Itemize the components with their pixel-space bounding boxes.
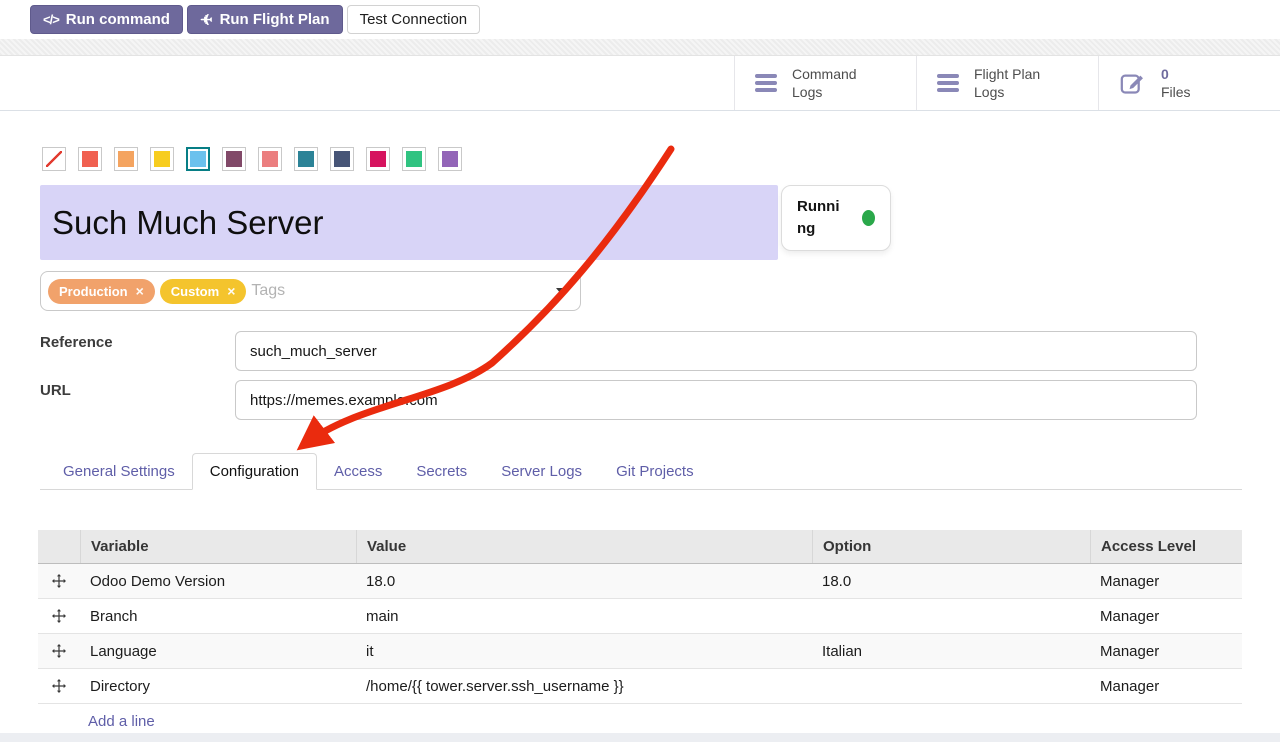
tag-production[interactable]: Production × — [48, 279, 155, 304]
remove-tag-icon[interactable]: × — [136, 284, 144, 298]
color-swatch-yellow[interactable] — [150, 147, 174, 171]
cell-value[interactable]: 18.0 — [356, 564, 812, 598]
server-name-input[interactable]: Such Much Server — [40, 185, 778, 260]
cell-variable[interactable]: Branch — [80, 599, 356, 633]
table-row[interactable]: Odoo Demo Version 18.0 18.0 Manager — [38, 564, 1242, 599]
table-header-row: Variable Value Option Access Level — [38, 530, 1242, 564]
color-swatch-teal[interactable] — [294, 147, 318, 171]
command-logs-button[interactable]: Command Logs — [734, 56, 916, 110]
reference-label: Reference — [40, 334, 113, 351]
run-flight-plan-button[interactable]: ✈ Run Flight Plan — [187, 5, 343, 34]
drag-handle-icon[interactable] — [38, 599, 80, 633]
status-label: Running — [797, 196, 844, 240]
stat-button-bar: Command Logs Flight Plan Logs — [0, 56, 1280, 111]
color-swatch-raspberry[interactable] — [366, 147, 390, 171]
flight-plan-logs-line1: Flight Plan — [974, 66, 1040, 82]
cell-variable[interactable]: Language — [80, 634, 356, 668]
no-color-icon — [46, 151, 62, 167]
list-icon — [937, 74, 959, 92]
column-header-variable: Variable — [80, 530, 356, 563]
command-logs-line2: Logs — [792, 84, 822, 100]
drag-handle-icon[interactable] — [38, 669, 80, 703]
color-swatch-salmon[interactable] — [258, 147, 282, 171]
table-row[interactable]: Directory /home/{{ tower.server.ssh_user… — [38, 669, 1242, 704]
run-command-label: Run command — [66, 11, 170, 28]
cell-value[interactable]: it — [356, 634, 812, 668]
run-flight-plan-label: Run Flight Plan — [220, 11, 330, 28]
separator-strip — [0, 39, 1280, 56]
notebook-tabs: General Settings Configuration Access Se… — [40, 453, 1242, 490]
cell-option[interactable] — [812, 599, 1090, 633]
handle-column-header — [38, 530, 80, 563]
column-header-access-level: Access Level — [1090, 530, 1242, 563]
remove-tag-icon[interactable]: × — [227, 284, 235, 298]
color-swatch-red[interactable] — [78, 147, 102, 171]
color-palette — [42, 147, 462, 171]
reference-input[interactable]: such_much_server — [235, 331, 1197, 371]
tab-server-logs[interactable]: Server Logs — [484, 454, 599, 489]
color-swatch-dark-blue[interactable] — [330, 147, 354, 171]
table-row[interactable]: Branch main Manager — [38, 599, 1242, 634]
color-swatch-violet[interactable] — [438, 147, 462, 171]
command-logs-line1: Command — [792, 66, 857, 82]
chevron-down-icon[interactable] — [556, 288, 566, 294]
tag-custom[interactable]: Custom × — [160, 279, 247, 304]
table-row[interactable]: Language it Italian Manager — [38, 634, 1242, 669]
drag-handle-icon[interactable] — [38, 634, 80, 668]
color-swatch-none[interactable] — [42, 147, 66, 171]
test-connection-button[interactable]: Test Connection — [347, 5, 481, 34]
flight-plan-logs-line2: Logs — [974, 84, 1004, 100]
server-form-page: </> Run command ✈ Run Flight Plan Test C… — [0, 0, 1280, 742]
column-header-option: Option — [812, 530, 1090, 563]
cell-variable[interactable]: Directory — [80, 669, 356, 703]
tab-secrets[interactable]: Secrets — [399, 454, 484, 489]
test-connection-label: Test Connection — [360, 11, 468, 28]
tab-general-settings[interactable]: General Settings — [46, 454, 192, 489]
files-button[interactable]: 0 Files — [1098, 56, 1280, 110]
add-a-line-link[interactable]: Add a line — [88, 713, 155, 730]
cell-option[interactable] — [812, 669, 1090, 703]
cell-access-level[interactable]: Manager — [1090, 599, 1242, 633]
status-badge[interactable]: Running — [781, 185, 891, 251]
color-swatch-orange[interactable] — [114, 147, 138, 171]
list-icon — [755, 74, 777, 92]
flight-plan-logs-button[interactable]: Flight Plan Logs — [916, 56, 1098, 110]
url-label: URL — [40, 382, 71, 399]
files-count: 0 — [1161, 66, 1169, 82]
cell-access-level[interactable]: Manager — [1090, 564, 1242, 598]
url-input[interactable]: https://memes.example.com — [235, 380, 1197, 420]
tab-configuration[interactable]: Configuration — [192, 453, 317, 490]
color-swatch-light-blue-selected[interactable] — [186, 147, 210, 171]
running-status-dot — [862, 210, 875, 226]
column-header-value: Value — [356, 530, 812, 563]
drag-handle-icon[interactable] — [38, 564, 80, 598]
tags-input[interactable]: Production × Custom × Tags — [40, 271, 581, 311]
page-bottom-strip — [0, 733, 1280, 742]
cell-value[interactable]: /home/{{ tower.server.ssh_username }} — [356, 669, 812, 703]
edit-icon — [1119, 70, 1146, 97]
page-title: Such Much Server — [52, 204, 323, 242]
code-icon: </> — [43, 12, 59, 27]
files-label: Files — [1161, 84, 1191, 100]
tab-access[interactable]: Access — [317, 454, 399, 489]
color-swatch-dark-purple[interactable] — [222, 147, 246, 171]
color-swatch-green[interactable] — [402, 147, 426, 171]
cell-option[interactable]: 18.0 — [812, 564, 1090, 598]
run-command-button[interactable]: </> Run command — [30, 5, 183, 34]
cell-option[interactable]: Italian — [812, 634, 1090, 668]
tab-git-projects[interactable]: Git Projects — [599, 454, 711, 489]
action-toolbar: </> Run command ✈ Run Flight Plan Test C… — [30, 5, 480, 34]
plane-icon: ✈ — [200, 11, 213, 29]
cell-variable[interactable]: Odoo Demo Version — [80, 564, 356, 598]
cell-access-level[interactable]: Manager — [1090, 669, 1242, 703]
cell-access-level[interactable]: Manager — [1090, 634, 1242, 668]
tags-placeholder: Tags — [251, 282, 285, 300]
configuration-table: Variable Value Option Access Level Odoo … — [38, 530, 1242, 738]
cell-value[interactable]: main — [356, 599, 812, 633]
